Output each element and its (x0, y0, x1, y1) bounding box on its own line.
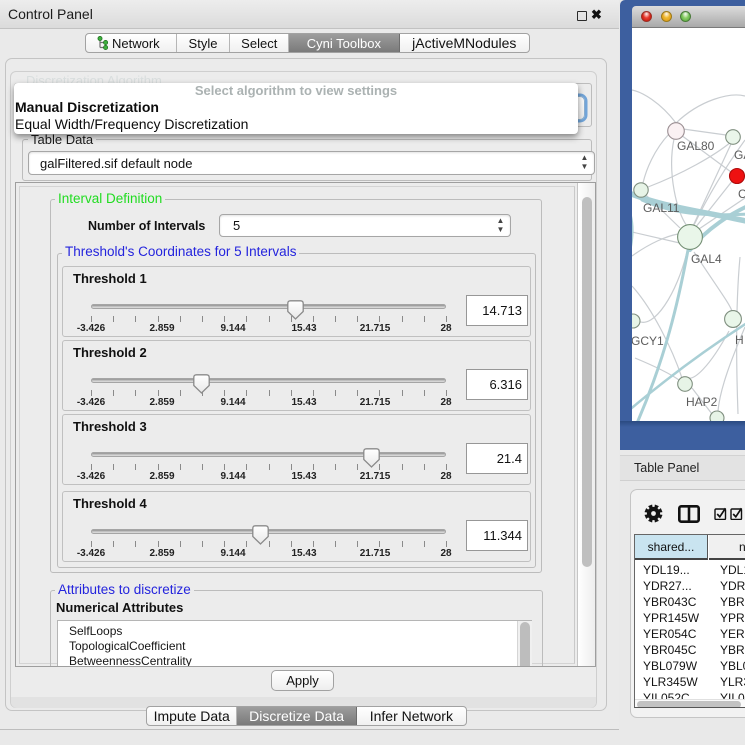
svg-text:GAL80: GAL80 (677, 139, 715, 153)
svg-text:GCY1: GCY1 (632, 334, 664, 348)
svg-text:GAL4: GAL4 (691, 252, 722, 266)
svg-text:GA: GA (734, 148, 745, 162)
svg-text:GAL11: GAL11 (643, 201, 680, 215)
svg-text:HAP2: HAP2 (686, 395, 718, 409)
svg-text:H: H (735, 333, 744, 347)
svg-text:C: C (738, 187, 745, 201)
